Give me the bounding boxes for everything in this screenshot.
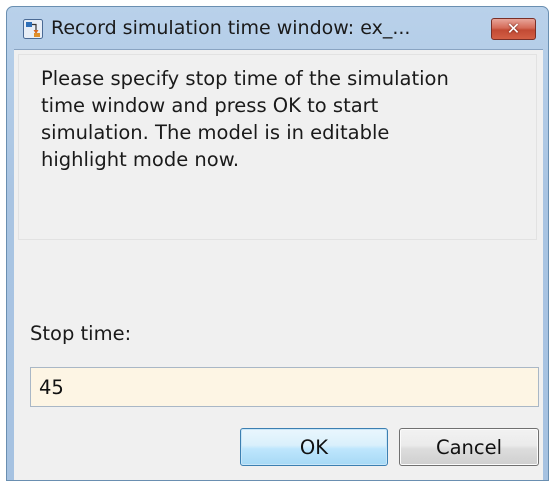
title-bar[interactable]: Record simulation time window: ex_... ✕ bbox=[7, 7, 548, 49]
dialog-window: Record simulation time window: ex_... ✕ … bbox=[6, 6, 549, 481]
simulink-model-icon bbox=[23, 19, 43, 39]
stop-time-input[interactable] bbox=[30, 367, 539, 407]
dialog-body: Please specify stop time of the simulati… bbox=[14, 49, 543, 480]
message-line: time window and press OK to start bbox=[41, 94, 379, 117]
stop-time-label: Stop time: bbox=[30, 322, 132, 345]
message-line: simulation. The model is in editable bbox=[41, 121, 390, 144]
ok-button[interactable]: OK bbox=[240, 428, 388, 466]
cancel-button[interactable]: Cancel bbox=[399, 428, 539, 466]
window-title: Record simulation time window: ex_... bbox=[51, 17, 411, 39]
message-line: Please specify stop time of the simulati… bbox=[41, 67, 449, 90]
instruction-message: Please specify stop time of the simulati… bbox=[18, 54, 537, 240]
close-icon: ✕ bbox=[506, 19, 521, 38]
message-line: highlight mode now. bbox=[41, 148, 240, 171]
close-button[interactable]: ✕ bbox=[491, 18, 536, 40]
